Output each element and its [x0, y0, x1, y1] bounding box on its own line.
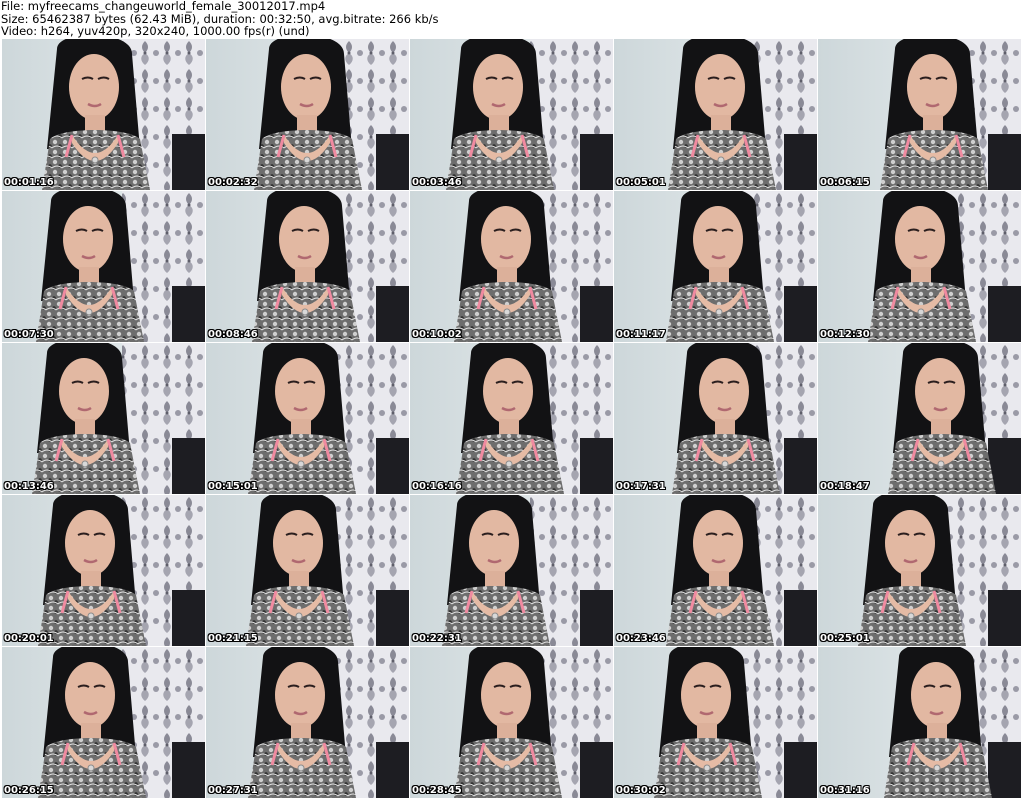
file-name-line: File: myfreecams_changeuworld_female_300… — [1, 0, 326, 13]
thumbnail-timestamp: 00:26:15 — [4, 785, 54, 796]
thumbnail-timestamp: 00:25:01 — [820, 633, 870, 644]
video-thumbnail: 00:20:01 — [2, 495, 205, 646]
thumbnail-timestamp: 00:10:02 — [412, 329, 462, 340]
video-info-line: Video: h264, yuv420p, 320x240, 1000.00 f… — [1, 24, 310, 38]
video-frame-image — [206, 495, 409, 646]
thumbnail-timestamp: 00:30:02 — [616, 785, 666, 796]
thumbnail-grid: 00:01:16 00:02:32 00:03:46 00:05:01 00:0… — [2, 39, 1022, 799]
video-thumbnail: 00:12:30 — [818, 191, 1021, 342]
thumbnail-timestamp: 00:28:45 — [412, 785, 462, 796]
video-frame-image — [818, 343, 1021, 494]
video-thumbnail: 00:16:16 — [410, 343, 613, 494]
video-frame-image — [410, 39, 613, 190]
video-thumbnail: 00:07:30 — [2, 191, 205, 342]
video-frame-image — [206, 343, 409, 494]
thumbnail-timestamp: 00:03:46 — [412, 177, 462, 188]
video-thumbnail: 00:06:15 — [818, 39, 1021, 190]
video-thumbnail: 00:22:31 — [410, 495, 613, 646]
thumbnail-timestamp: 00:11:17 — [616, 329, 666, 340]
thumbnail-timestamp: 00:02:32 — [208, 177, 258, 188]
video-thumbnail: 00:01:16 — [2, 39, 205, 190]
video-frame-image — [614, 191, 817, 342]
video-thumbnail: 00:30:02 — [614, 647, 817, 798]
thumbnail-timestamp: 00:07:30 — [4, 329, 54, 340]
video-thumbnail: 00:28:45 — [410, 647, 613, 798]
video-thumbnail: 00:02:32 — [206, 39, 409, 190]
video-frame-image — [818, 39, 1021, 190]
video-frame-image — [410, 647, 613, 798]
video-thumbnail: 00:31:16 — [818, 647, 1021, 798]
thumbnail-timestamp: 00:18:47 — [820, 481, 870, 492]
video-thumbnail: 00:15:01 — [206, 343, 409, 494]
thumbnail-timestamp: 00:05:01 — [616, 177, 666, 188]
video-frame-image — [410, 495, 613, 646]
video-frame-image — [410, 191, 613, 342]
video-frame-image — [206, 191, 409, 342]
video-frame-image — [2, 191, 205, 342]
video-thumbnail: 00:27:31 — [206, 647, 409, 798]
video-thumbnail: 00:23:46 — [614, 495, 817, 646]
video-frame-image — [2, 495, 205, 646]
thumbnail-timestamp: 00:31:16 — [820, 785, 870, 796]
thumbnail-timestamp: 00:06:15 — [820, 177, 870, 188]
video-frame-image — [614, 343, 817, 494]
video-thumbnail: 00:03:46 — [410, 39, 613, 190]
video-frame-image — [410, 343, 613, 494]
thumbnail-timestamp: 00:08:46 — [208, 329, 258, 340]
video-thumbnail: 00:25:01 — [818, 495, 1021, 646]
video-thumbnail: 00:11:17 — [614, 191, 817, 342]
thumbnail-timestamp: 00:17:31 — [616, 481, 666, 492]
thumbnail-timestamp: 00:23:46 — [616, 633, 666, 644]
video-frame-image — [818, 647, 1021, 798]
file-info-header: File: myfreecams_changeuworld_female_300… — [1, 0, 1021, 38]
video-frame-image — [614, 495, 817, 646]
video-frame-image — [2, 39, 205, 190]
video-thumbnail: 00:05:01 — [614, 39, 817, 190]
thumbnail-timestamp: 00:20:01 — [4, 633, 54, 644]
thumbnail-timestamp: 00:01:16 — [4, 177, 54, 188]
video-thumbnail: 00:17:31 — [614, 343, 817, 494]
thumbnail-timestamp: 00:15:01 — [208, 481, 258, 492]
video-thumbnail: 00:10:02 — [410, 191, 613, 342]
video-thumbnail: 00:08:46 — [206, 191, 409, 342]
thumbnail-timestamp: 00:22:31 — [412, 633, 462, 644]
thumbnail-timestamp: 00:13:46 — [4, 481, 54, 492]
video-frame-image — [818, 191, 1021, 342]
video-frame-image — [2, 647, 205, 798]
video-frame-image — [206, 39, 409, 190]
video-thumbnail: 00:13:46 — [2, 343, 205, 494]
video-frame-image — [2, 343, 205, 494]
thumbnail-timestamp: 00:21:15 — [208, 633, 258, 644]
thumbnail-timestamp: 00:16:16 — [412, 481, 462, 492]
video-frame-image — [614, 39, 817, 190]
video-frame-image — [818, 495, 1021, 646]
video-thumbnail: 00:21:15 — [206, 495, 409, 646]
thumbnail-timestamp: 00:27:31 — [208, 785, 258, 796]
video-frame-image — [614, 647, 817, 798]
thumbnail-timestamp: 00:12:30 — [820, 329, 870, 340]
video-thumbnail: 00:18:47 — [818, 343, 1021, 494]
video-frame-image — [206, 647, 409, 798]
video-thumbnail: 00:26:15 — [2, 647, 205, 798]
